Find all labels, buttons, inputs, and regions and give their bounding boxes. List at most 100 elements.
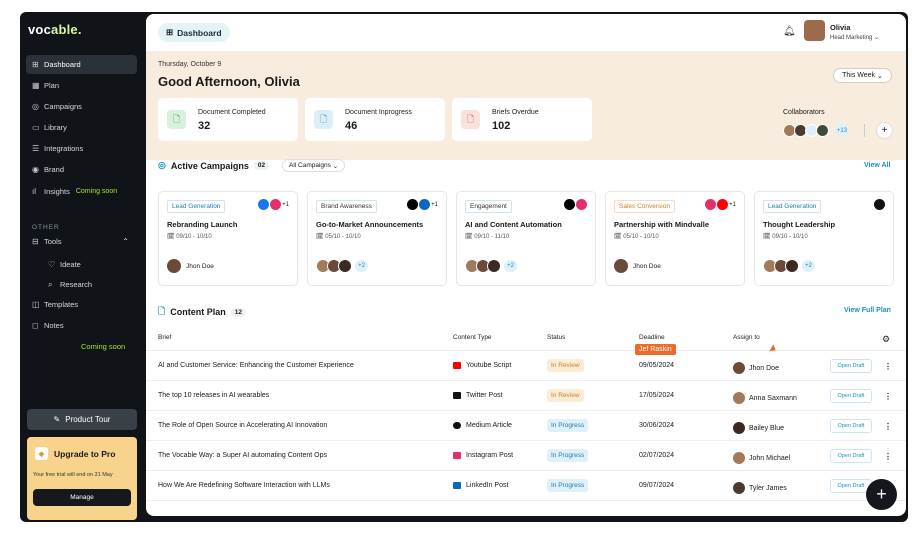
collaborator-tooltip: Jef Raskin	[635, 344, 676, 355]
document-icon: 🗋	[167, 110, 186, 129]
x-icon	[453, 392, 461, 399]
avatar[interactable]	[816, 124, 829, 137]
avatar	[733, 452, 745, 464]
greeting-panel: Thursday, October 9 Good Afternoon, Oliv…	[146, 52, 906, 160]
campaign-card[interactable]: Sales Conversion +1 Partnership with Min…	[605, 191, 745, 286]
content-plan-title: 🗋 Content Plan 12	[158, 304, 246, 320]
avatar	[614, 259, 628, 273]
add-fab-button[interactable]: +	[866, 479, 897, 510]
status-badge: In Review	[547, 359, 584, 372]
sidebar-item-plan[interactable]: ▦ Plan	[26, 76, 137, 95]
sidebar-item-tools[interactable]: ⊟ Tools ⌃	[26, 232, 137, 251]
manage-button[interactable]: Manage	[33, 489, 131, 506]
target-icon: ◎	[32, 102, 39, 111]
stat-completed[interactable]: 🗋 Document Completed 32	[158, 98, 298, 141]
avatar	[167, 259, 181, 273]
campaign-card[interactable]: Brand Awareness +1 Go-to-Market Announce…	[307, 191, 447, 286]
more-icon[interactable]: ⋮	[884, 452, 892, 461]
table-row[interactable]: How We Are Redefining Software Interacti…	[146, 471, 906, 501]
assignee-group: +2	[465, 259, 517, 273]
more-icon[interactable]: ⋮	[884, 422, 892, 431]
sidebar-item-brand[interactable]: ◉ Brand	[26, 160, 137, 179]
sidebar: vocable. ⊞ Dashboard ▦ Plan ◎ Campaigns ▭ Li…	[20, 12, 144, 522]
owner: Jhon Doe	[167, 259, 214, 273]
campaign-tag: Sales Conversion	[614, 200, 675, 213]
page-title: ⊞ Dashboard	[158, 23, 230, 42]
assignee-group: +2	[316, 259, 368, 273]
avatar	[733, 362, 745, 374]
chart-icon: ıl	[32, 187, 36, 196]
document-icon: 🗋	[158, 306, 166, 316]
view-full-plan-link[interactable]: View Full Plan	[844, 307, 891, 314]
medium-icon	[453, 422, 461, 429]
campaign-card[interactable]: Lead Generation Thought Leadership 🗓︎ 09…	[754, 191, 894, 286]
sidebar-item-integrations[interactable]: ☰ Integrations	[26, 139, 137, 158]
current-date: Thursday, October 9	[158, 61, 222, 68]
sidebar-item-research[interactable]: ⌕ Research	[26, 275, 137, 294]
settings-icon[interactable]: ⚙︎	[882, 334, 890, 345]
sidebar-item-campaigns[interactable]: ◎ Campaigns	[26, 97, 137, 116]
divider	[864, 124, 865, 137]
templates-icon: ◫	[32, 300, 40, 309]
active-campaigns-title: ◎ Active Campaigns 02	[158, 160, 270, 171]
note-icon: ◻	[32, 321, 39, 330]
sidebar-item-templates[interactable]: ◫ Templates	[26, 295, 137, 314]
period-select[interactable]: This Week ⌄	[833, 68, 892, 83]
grid-icon: ⊞	[32, 60, 39, 69]
table-row[interactable]: The Vocable Way: a Super AI automating C…	[146, 441, 906, 471]
avatar	[733, 482, 745, 494]
upgrade-card: ◆ Upgrade to Pro Your free trial will end…	[27, 437, 137, 520]
channel-icons: +1	[705, 199, 736, 210]
channel-icons	[874, 199, 885, 210]
status-badge: In Progress	[547, 479, 589, 492]
campaign-tag: Lead Generation	[167, 200, 226, 213]
add-collaborator-button[interactable]: +	[876, 122, 893, 139]
sidebar-item-dashboard[interactable]: ⊞ Dashboard	[26, 55, 137, 74]
collaborators-more[interactable]: +13	[835, 124, 849, 137]
sidebar-item-insights[interactable]: ıl Insights Coming soon	[26, 182, 137, 201]
calendar-icon: ▦	[32, 81, 40, 90]
status-badge: In Progress	[547, 419, 589, 432]
view-all-link[interactable]: View All	[864, 162, 890, 169]
user-role[interactable]: Head Marketing ⌄	[830, 34, 879, 41]
campaign-filter[interactable]: All Campaigns ⌄	[282, 159, 346, 172]
sidebar-item-library[interactable]: ▭ Library	[26, 118, 137, 137]
open-draft-button[interactable]: Open Draft	[830, 389, 872, 403]
campaign-card[interactable]: Lead Generation +1 Rebranding Launch 🗓︎ …	[158, 191, 298, 286]
search-icon: ⌕	[48, 279, 53, 289]
user-name: Olivia	[830, 23, 851, 32]
avatar[interactable]	[804, 20, 825, 41]
content-count: 12	[230, 307, 246, 317]
sidebar-item-ideate[interactable]: ♡ Ideate	[26, 255, 137, 274]
status-badge: In Review	[547, 389, 584, 402]
campaign-card[interactable]: Engagement AI and Content Automation 🗓︎ …	[456, 191, 596, 286]
channel-icons: +1	[407, 199, 438, 210]
table-header: Brief Content Type Status Deadline Assig…	[146, 325, 906, 351]
folder-icon: ▭	[32, 123, 40, 132]
linkedin-icon	[453, 482, 461, 489]
more-icon[interactable]: ⋮	[884, 392, 892, 401]
toolbox-icon: ⊟	[32, 237, 39, 246]
avatar	[733, 392, 745, 404]
pin-icon: ✎	[53, 415, 61, 424]
table-row[interactable]: The Role of Open Source in Accelerating …	[146, 411, 906, 441]
coming-soon-label: Coming soon	[81, 342, 126, 351]
stat-overdue[interactable]: 🗋 Briefs Overdue 102	[452, 98, 592, 141]
table-row[interactable]: AI and Customer Service: Enhancing the C…	[146, 351, 906, 381]
open-draft-button[interactable]: Open Draft	[830, 419, 872, 433]
stat-inprogress[interactable]: 🗋 Document Inprogress 46	[305, 98, 445, 141]
open-draft-button[interactable]: Open Draft	[830, 359, 872, 373]
collaborators-label: Collaborators	[783, 109, 825, 116]
channel-icons	[564, 199, 587, 210]
more-icon[interactable]: ⋮	[884, 362, 892, 371]
sidebar-item-notes[interactable]: ◻ Notes	[26, 316, 137, 335]
product-tour-button[interactable]: ✎ Product Tour	[27, 409, 137, 430]
table-row[interactable]: The top 10 releases in AI wearables Twit…	[146, 381, 906, 411]
status-badge: In Progress	[547, 449, 589, 462]
bell-icon[interactable]: 🔔︎	[783, 26, 796, 37]
logo[interactable]: vocable.	[28, 22, 82, 37]
avatar	[733, 422, 745, 434]
open-draft-button[interactable]: Open Draft	[830, 449, 872, 463]
document-icon: 🗋	[461, 110, 480, 129]
channel-icons: +1	[258, 199, 289, 210]
